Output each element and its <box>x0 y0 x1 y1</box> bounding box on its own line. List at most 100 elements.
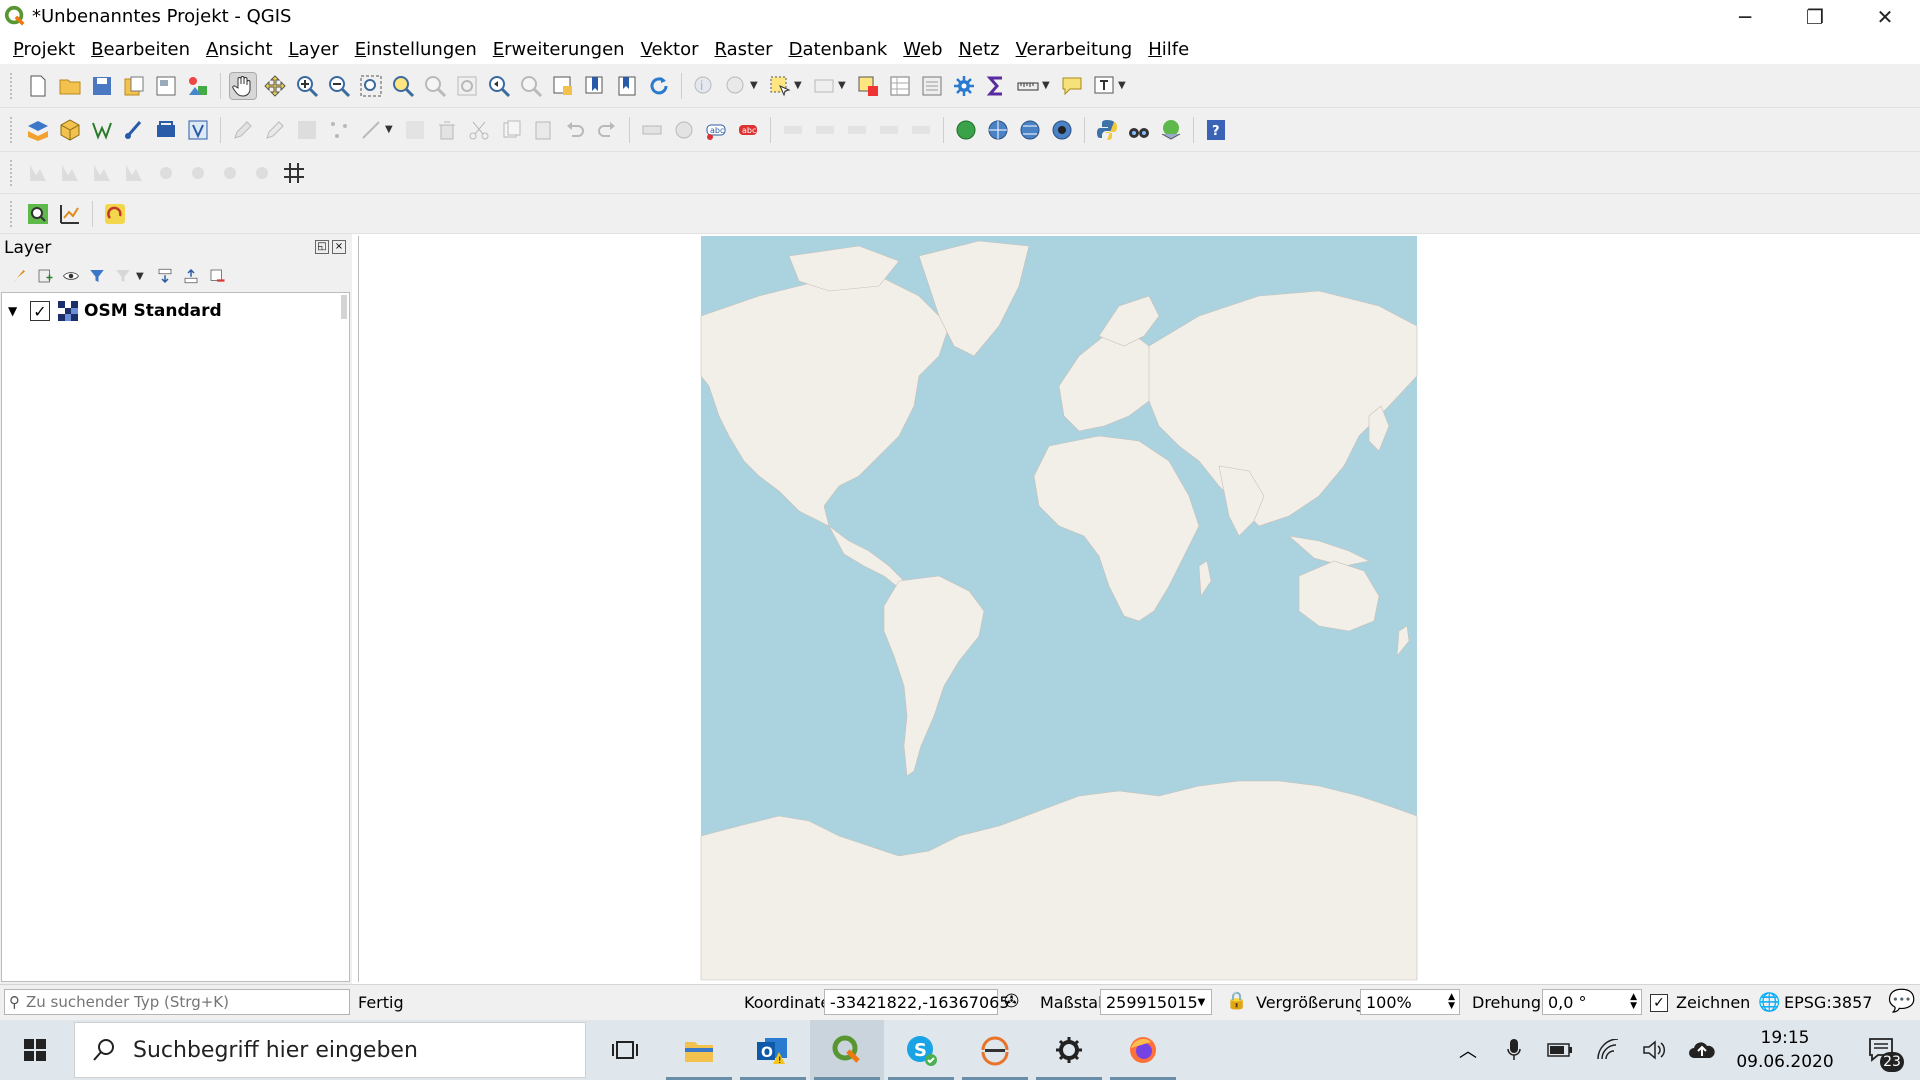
toolbar-grip[interactable] <box>10 72 16 99</box>
layer-visibility-checkbox[interactable]: ✓ <box>30 301 50 321</box>
label-toolbar-button[interactable] <box>639 117 665 143</box>
pin-labels-button[interactable] <box>780 117 806 143</box>
digitize-tool-7-button[interactable] <box>217 160 243 186</box>
data-source-manager-button[interactable] <box>25 117 51 143</box>
menu-web[interactable]: Web <box>903 39 942 60</box>
add-feature-button[interactable] <box>326 117 352 143</box>
delete-selected-button[interactable] <box>434 117 460 143</box>
digitize-tool-3-button[interactable] <box>89 160 115 186</box>
battery-tray-button[interactable] <box>1542 1020 1578 1080</box>
messages-icon[interactable]: 💬 <box>1888 989 1915 1014</box>
save-project-button[interactable] <box>89 73 115 99</box>
layer-row-osm-standard[interactable]: ▼ ✓ OSM Standard <box>8 299 222 323</box>
rotation-field[interactable]: 0,0 ° ▲ ▼ <box>1542 989 1642 1015</box>
zoom-out-button[interactable] <box>326 73 352 99</box>
open-project-button[interactable] <box>57 73 83 99</box>
magnifier-field[interactable]: 100% ▲ ▼ <box>1360 989 1460 1015</box>
menu-einstellungen[interactable]: Einstellungen <box>355 39 477 60</box>
menu-verarbeitung[interactable]: Verarbeitung <box>1016 39 1133 60</box>
render-checkbox[interactable]: ✓ <box>1650 994 1668 1012</box>
dropdown-arrow-icon[interactable]: ▼ <box>794 80 804 91</box>
map-tips-button[interactable] <box>1059 73 1085 99</box>
map-canvas[interactable] <box>358 236 1920 982</box>
layer-labeling-rules-button[interactable]: abc <box>735 117 761 143</box>
globe-crs-icon[interactable]: 🌐 <box>1758 992 1780 1013</box>
taskbar-app-qgis[interactable] <box>810 1020 884 1080</box>
cut-features-button[interactable] <box>466 117 492 143</box>
collapse-triangle-icon[interactable]: ▼ <box>8 304 20 318</box>
digitize-tool-4-button[interactable] <box>121 160 147 186</box>
field-calculator-button[interactable] <box>919 73 945 99</box>
new-project-button[interactable] <box>25 73 51 99</box>
style-manager-button[interactable] <box>185 73 211 99</box>
coordinate-field[interactable]: -33421822,-16367065 <box>824 989 1010 1015</box>
lock-scale-icon[interactable]: 🔒 <box>1226 991 1247 1011</box>
zoom-last-button[interactable] <box>486 73 512 99</box>
change-label-button[interactable] <box>908 117 934 143</box>
dropdown-arrow-icon[interactable]: ▼ <box>1042 80 1052 91</box>
start-button[interactable] <box>0 1020 70 1080</box>
zoom-next-button[interactable] <box>518 73 544 99</box>
add-wfs-button[interactable] <box>1049 117 1075 143</box>
refresh-button[interactable] <box>646 73 672 99</box>
rotate-label-button[interactable] <box>876 117 902 143</box>
digitize-tool-8-button[interactable] <box>249 160 275 186</box>
snapping-grid-button[interactable] <box>281 160 307 186</box>
action-button[interactable] <box>723 73 749 99</box>
close-button[interactable]: ✕ <box>1850 0 1920 34</box>
dropdown-arrow-icon[interactable]: ▼ <box>385 124 395 135</box>
minimize-button[interactable]: ─ <box>1710 0 1780 34</box>
menu-netz[interactable]: Netz <box>959 39 1000 60</box>
restore-button[interactable]: ❐ <box>1780 0 1850 34</box>
select-features-button[interactable] <box>767 73 793 99</box>
dropdown-arrow-icon[interactable]: ▼ <box>838 80 848 91</box>
taskbar-clock[interactable]: 19:15 09.06.2020 <box>1730 1026 1840 1074</box>
zoom-to-layer-button[interactable] <box>422 73 448 99</box>
add-wcs-button[interactable] <box>1017 117 1043 143</box>
remove-layer-button[interactable] <box>206 265 228 287</box>
digitize-tool-6-button[interactable] <box>185 160 211 186</box>
menu-bearbeiten[interactable]: Bearbeiten <box>91 39 190 60</box>
open-layer-styling-button[interactable] <box>8 265 30 287</box>
deselect-all-button[interactable] <box>855 73 881 99</box>
text-annotation-button[interactable] <box>1091 73 1117 99</box>
task-view-button[interactable] <box>588 1020 662 1080</box>
menu-hilfe[interactable]: Hilfe <box>1148 39 1189 60</box>
taskbar-app-outlook[interactable]: O! <box>736 1020 810 1080</box>
crs-label[interactable]: EPSG:3857 <box>1784 993 1872 1012</box>
menu-erweiterungen[interactable]: Erweiterungen <box>493 39 625 60</box>
chevron-down-icon[interactable]: ▼ <box>1198 997 1206 1008</box>
zoom-native-button[interactable] <box>454 73 480 99</box>
locator-search-button[interactable] <box>25 201 51 227</box>
add-wms-button[interactable] <box>985 117 1011 143</box>
collapse-all-button[interactable] <box>180 265 202 287</box>
digitize-tool-2-button[interactable] <box>57 160 83 186</box>
locator-search-field[interactable]: ⚲ <box>4 989 350 1015</box>
new-bookmark-button[interactable] <box>582 73 608 99</box>
expand-all-button[interactable] <box>154 265 176 287</box>
menu-layer[interactable]: Layer <box>289 39 339 60</box>
web-feature-button[interactable] <box>953 117 979 143</box>
wifi-tray-button[interactable] <box>1590 1020 1626 1080</box>
locator-search-input[interactable] <box>24 992 328 1012</box>
digitize-tool-5-button[interactable] <box>153 160 179 186</box>
help-button[interactable]: ? <box>1203 117 1229 143</box>
select-by-value-button[interactable] <box>811 73 837 99</box>
spin-arrows-icon[interactable]: ▲ ▼ <box>1448 993 1455 1011</box>
plugin-rotate-button[interactable] <box>102 201 128 227</box>
dropdown-arrow-icon[interactable]: ▼ <box>750 80 760 91</box>
menu-raster[interactable]: Raster <box>714 39 772 60</box>
layer-labeling-button[interactable]: abc <box>703 117 729 143</box>
toolbar-grip[interactable] <box>10 159 16 186</box>
onedrive-tray-button[interactable] <box>1682 1020 1722 1080</box>
geocoding-button[interactable] <box>1126 117 1152 143</box>
dropdown-arrow-icon[interactable]: ▼ <box>1118 80 1128 91</box>
dropdown-arrow-icon[interactable]: ▼ <box>136 271 146 282</box>
current-edits-button[interactable] <box>230 117 256 143</box>
new-shapefile-layer-button[interactable] <box>89 117 115 143</box>
copy-features-button[interactable] <box>498 117 524 143</box>
coordinate-toggle-icon[interactable]: ✇ <box>1004 991 1019 1012</box>
menu-datenbank[interactable]: Datenbank <box>789 39 888 60</box>
save-as-button[interactable] <box>121 73 147 99</box>
attribute-table-button[interactable] <box>887 73 913 99</box>
